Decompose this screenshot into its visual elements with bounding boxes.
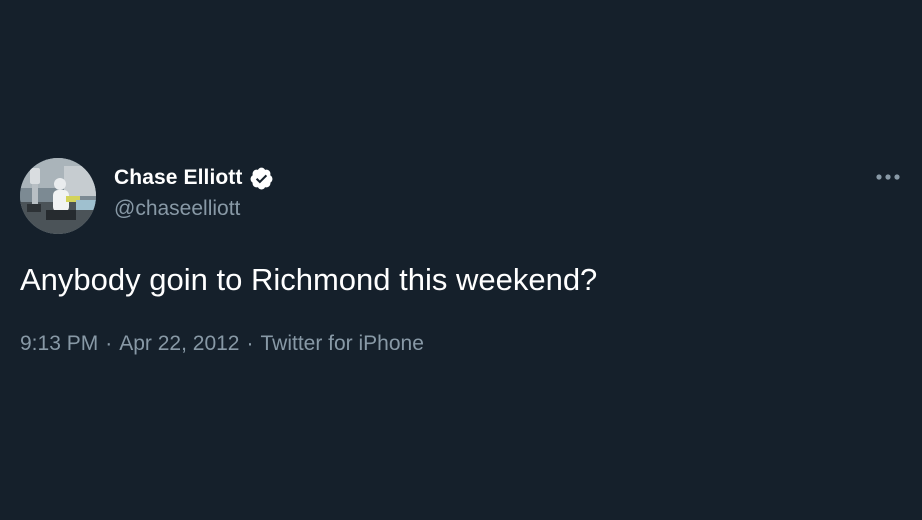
tweet-source[interactable]: Twitter for iPhone (260, 329, 423, 359)
metadata-separator: · (246, 332, 254, 355)
more-options-button[interactable] (870, 164, 906, 190)
tweet-metadata: 9:13 PM · Apr 22, 2012 · Twitter for iPh… (20, 329, 424, 359)
tweet-time[interactable]: 9:13 PM (20, 329, 98, 359)
avatar-image (20, 158, 96, 234)
display-name[interactable]: Chase Elliott (114, 166, 243, 190)
avatar[interactable] (20, 158, 96, 234)
author-name-row[interactable]: Chase Elliott (114, 164, 274, 192)
metadata-separator: · (105, 332, 113, 355)
tweet-card: Chase Elliott @chaseelliott Anybody goin… (0, 0, 922, 520)
tweet-text: Anybody goin to Richmond this weekend? (20, 262, 598, 297)
user-handle[interactable]: @chaseelliott (114, 197, 240, 221)
verified-badge-icon (249, 166, 274, 191)
more-horizontal-icon (876, 174, 900, 180)
tweet-date[interactable]: Apr 22, 2012 (119, 329, 239, 359)
